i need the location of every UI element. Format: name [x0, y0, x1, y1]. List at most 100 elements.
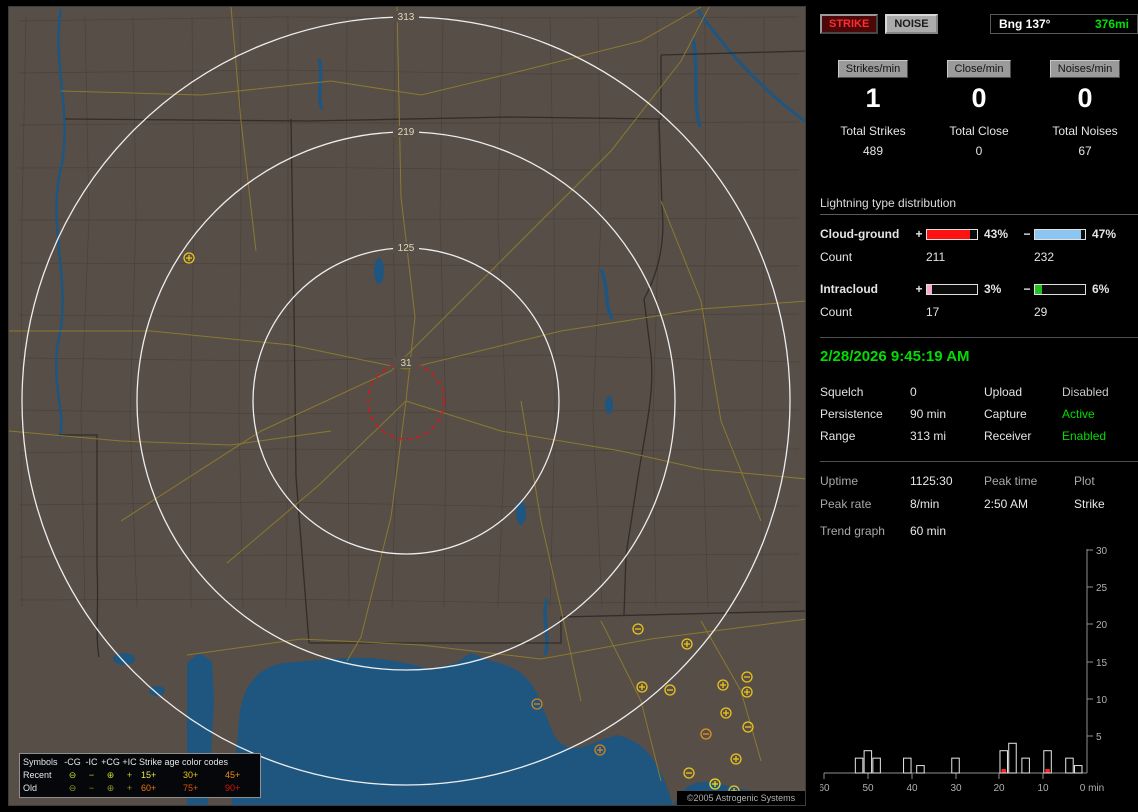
legend-age-15: 15+	[139, 769, 181, 782]
total-strikes-value: 489	[863, 144, 883, 158]
trend-header: Trend graph 60 min	[820, 524, 1138, 538]
receiver-label: Receiver	[984, 429, 1062, 443]
legend-age-30: 30+	[181, 769, 223, 782]
x-tick-50: 50	[862, 783, 874, 794]
circle-plus-icon: ⊕	[101, 782, 120, 795]
plus-icon: +	[120, 782, 139, 795]
circle-plus-icon: ⊕	[101, 769, 120, 782]
y-tick-5: 5	[1096, 732, 1102, 743]
ring-distance-label: 313	[398, 12, 415, 23]
total-strikes-label: Total Strikes	[840, 124, 905, 138]
trend-graph: 30 25 20 15 10 5 60 50 40 30 20 10 0 min	[820, 543, 1138, 812]
total-noises-label: Total Noises	[1052, 124, 1117, 138]
intracloud-row: Intracloud + 3% − 6%	[820, 282, 1138, 296]
plus-sign: +	[912, 227, 926, 241]
noise-mode-button[interactable]: NOISE	[885, 14, 937, 34]
distribution-title: Lightning type distribution	[820, 196, 1138, 215]
status-grid: Uptime 1125:30 Peak time Plot Peak rate …	[820, 474, 1138, 511]
close-counter: Close/min 0 Total Close 0	[926, 60, 1032, 158]
minus-sign: −	[1020, 227, 1034, 241]
ic-minus-percent: 6%	[1088, 282, 1128, 296]
legend-col-neg-ic: -IC	[82, 756, 101, 769]
minus-icon: −	[82, 782, 101, 795]
peak-time-value: 2:50 AM	[984, 497, 1074, 511]
plot-value: Strike	[1074, 497, 1138, 511]
ic-count-label: Count	[820, 305, 926, 319]
strikes-per-min-value: 1	[865, 83, 880, 113]
peak-rate-value: 8/min	[910, 497, 984, 511]
settings-grid: Squelch 0 Upload Disabled Persistence 90…	[820, 385, 1138, 443]
x-tick-10: 10	[1037, 783, 1049, 794]
side-panel: STRIKE NOISE Bng 137° 376mi Strikes/min …	[818, 0, 1138, 812]
capture-status: Active	[1062, 407, 1138, 421]
divider	[820, 337, 1138, 338]
legend-age-60: 60+	[139, 782, 181, 795]
legend-col-pos-cg: +CG	[101, 756, 120, 769]
legend-symbols-header: Symbols	[23, 756, 63, 769]
cg-minus-bar	[1034, 229, 1086, 240]
map-window: 31321912531 Symbols -CG -IC +CG +IC Stri…	[8, 6, 806, 806]
range-label: Range	[820, 429, 910, 443]
close-per-min-button[interactable]: Close/min	[947, 60, 1012, 78]
copyright-credit: ©2005 Astrogenic Systems	[677, 791, 805, 805]
persistence-label: Persistence	[820, 407, 910, 421]
cg-plus-bar	[926, 229, 978, 240]
bearing-range-value: 376mi	[1095, 17, 1129, 31]
x-tick-30: 30	[950, 783, 962, 794]
noises-counter: Noises/min 0 Total Noises 67	[1032, 60, 1138, 158]
uptime-value: 1125:30	[910, 474, 984, 488]
x-tick-0: 0 min	[1080, 783, 1104, 794]
datetime-display: 2/28/2026 9:45:19 AM	[820, 348, 1138, 365]
cloud-ground-label: Cloud-ground	[820, 227, 912, 241]
peak-time-label: Peak time	[984, 474, 1074, 488]
legend-col-pos-ic: +IC	[120, 756, 139, 769]
legend-row-recent-label: Recent	[23, 769, 63, 782]
app-window: 31321912531 Symbols -CG -IC +CG +IC Stri…	[0, 0, 1138, 812]
plus-sign: +	[912, 282, 926, 296]
radar-map-display[interactable]: 31321912531	[9, 7, 806, 806]
ic-minus-count: 29	[1034, 305, 1138, 319]
cg-minus-count: 232	[1034, 250, 1138, 264]
receiver-status: Enabled	[1062, 429, 1138, 443]
y-tick-30: 30	[1096, 546, 1108, 557]
trend-bar	[873, 758, 881, 773]
x-tick-40: 40	[906, 783, 918, 794]
ic-minus-bar	[1034, 284, 1086, 295]
legend-col-neg-cg: -CG	[63, 756, 82, 769]
peak-rate-label: Peak rate	[820, 497, 910, 511]
ic-plus-percent: 3%	[980, 282, 1020, 296]
plus-icon: +	[120, 769, 139, 782]
cloud-ground-counts: Count 211 232	[820, 250, 1138, 264]
capture-label: Capture	[984, 407, 1062, 421]
range-value: 313 mi	[910, 429, 984, 443]
squelch-label: Squelch	[820, 385, 910, 399]
rate-counters: Strikes/min 1 Total Strikes 489 Close/mi…	[820, 60, 1138, 158]
cg-minus-percent: 47%	[1088, 227, 1128, 241]
trend-bar	[1022, 758, 1029, 773]
noises-per-min-value: 0	[1077, 83, 1092, 113]
plot-label: Plot	[1074, 474, 1138, 488]
legend-age-title: Strike age color codes	[139, 756, 265, 769]
mode-toolbar: STRIKE NOISE Bng 137° 376mi	[820, 14, 1138, 34]
trend-graph-label: Trend graph	[820, 524, 910, 538]
upload-status: Disabled	[1062, 385, 1138, 399]
strikes-counter: Strikes/min 1 Total Strikes 489	[820, 60, 926, 158]
strike-mode-button[interactable]: STRIKE	[820, 14, 878, 34]
noises-per-min-button[interactable]: Noises/min	[1050, 60, 1120, 78]
upload-label: Upload	[984, 385, 1062, 399]
cg-plus-count: 211	[926, 250, 1034, 264]
y-tick-20: 20	[1096, 620, 1108, 631]
divider	[820, 461, 1138, 462]
trend-bar	[1066, 758, 1074, 773]
bearing-value: Bng 137°	[999, 17, 1050, 31]
ic-plus-count: 17	[926, 305, 1034, 319]
ic-plus-bar	[926, 284, 978, 295]
x-tick-20: 20	[993, 783, 1005, 794]
strikes-per-min-button[interactable]: Strikes/min	[838, 60, 908, 78]
ring-distance-label: 31	[400, 358, 412, 369]
minus-icon: −	[82, 769, 101, 782]
intracloud-label: Intracloud	[820, 282, 912, 296]
circle-minus-icon: ⊖	[63, 769, 82, 782]
circle-minus-icon: ⊖	[63, 782, 82, 795]
map-legend: Symbols -CG -IC +CG +IC Strike age color…	[19, 753, 261, 798]
